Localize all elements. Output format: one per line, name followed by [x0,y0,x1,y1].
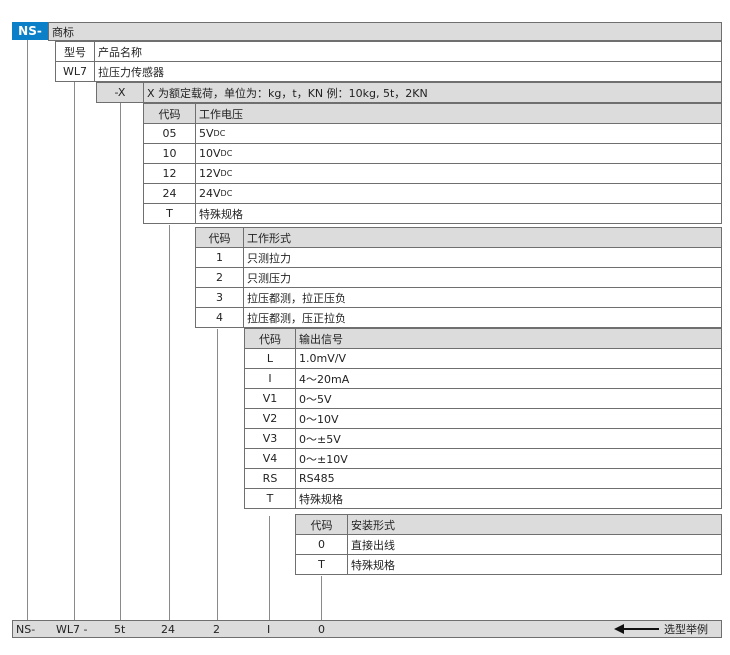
mode-row-label: 拉压都测，拉正压负 [243,287,722,308]
connector-line-install [321,576,322,620]
signal-row-label: RS485 [295,468,722,489]
voltage-value: 5V [199,127,214,140]
signal-row-label: 0～±5V [295,428,722,449]
load-description-cell: X 为额定载荷，单位为：kg，t，KN 例：10kg, 5t，2KN [143,82,722,103]
mode-row-code: 2 [195,267,244,288]
model-header-code: 型号 [55,41,95,62]
signal-row-label: 0～5V [295,388,722,409]
load-code-cell: -X [96,82,144,103]
voltage-row-label: 10V DC [195,143,722,164]
example-caption: 选型举例 [664,623,708,636]
install-row-label: 特殊规格 [347,554,722,575]
signal-row-code: V4 [244,448,296,469]
install-header-label: 安装形式 [347,514,722,535]
mode-row-code: 1 [195,247,244,268]
connector-line-model [74,82,75,620]
model-code: WL7 [62,65,87,78]
example-part-1: NS- [16,622,36,636]
voltage-unit: DC [220,169,233,178]
voltage-value: 特殊规格 [199,207,243,221]
model-code-cell: WL7 [55,61,95,82]
voltage-value: 12V [199,167,221,180]
signal-row-code: V1 [244,388,296,409]
connector-line-mode [217,329,218,620]
example-part-2: WL7 - [56,622,88,636]
mode-row-label: 只测拉力 [243,247,722,268]
signal-row-label: 4～20mA [295,368,722,389]
signal-row-label: 0～±10V [295,448,722,469]
trademark-row: 商标 [48,22,722,41]
signal-row-label: 特殊规格 [295,488,722,509]
example-part-4: 24 [161,622,175,636]
signal-row-code: V2 [244,408,296,429]
mode-header-code: 代码 [195,227,244,248]
example-part-7: 0 [318,622,325,636]
arrow-left-icon [614,624,659,634]
mode-row-code: 4 [195,307,244,328]
voltage-unit: DC [213,129,226,138]
signal-row-code: L [244,348,296,369]
signal-row-code: T [244,488,296,509]
voltage-row-label: 5V DC [195,123,722,144]
voltage-row-code: T [143,203,196,224]
install-row-code: 0 [295,534,348,555]
signal-row-label: 1.0mV/V [295,348,722,369]
connector-line-voltage [169,225,170,620]
voltage-row-code: 12 [143,163,196,184]
voltage-value: 24V [199,187,221,200]
voltage-unit: DC [220,149,233,158]
signal-row-code: V3 [244,428,296,449]
voltage-row-label: 24V DC [195,183,722,204]
install-row-label: 直接出线 [347,534,722,555]
voltage-row-code: 05 [143,123,196,144]
voltage-header-label: 工作电压 [195,103,722,124]
install-header-code: 代码 [295,514,348,535]
voltage-row-code: 10 [143,143,196,164]
voltage-row-label: 特殊规格 [195,203,722,224]
brand-badge: NS- [12,22,48,40]
mode-row-label: 只测压力 [243,267,722,288]
voltage-row-label: 12V DC [195,163,722,184]
voltage-unit: DC [220,189,233,198]
signal-header-code: 代码 [244,328,296,349]
connector-line-load [120,103,121,620]
voltage-row-code: 24 [143,183,196,204]
signal-row-label: 0～10V [295,408,722,429]
signal-row-code: I [244,368,296,389]
model-header-label: 产品名称 [94,41,722,62]
signal-row-code: RS [244,468,296,489]
connector-line-signal [269,516,270,620]
product-name-cell: 拉压力传感器 [94,61,722,82]
voltage-value: 10V [199,147,221,160]
signal-header-label: 输出信号 [295,328,722,349]
example-part-5: 2 [213,622,220,636]
mode-row-code: 3 [195,287,244,308]
mode-row-label: 拉压都测，压正拉负 [243,307,722,328]
connector-line-brand [27,40,28,620]
install-row-code: T [295,554,348,575]
example-part-3: 5t [114,622,126,636]
example-part-6: I [267,622,271,636]
mode-header-label: 工作形式 [243,227,722,248]
voltage-header-code: 代码 [143,103,196,124]
